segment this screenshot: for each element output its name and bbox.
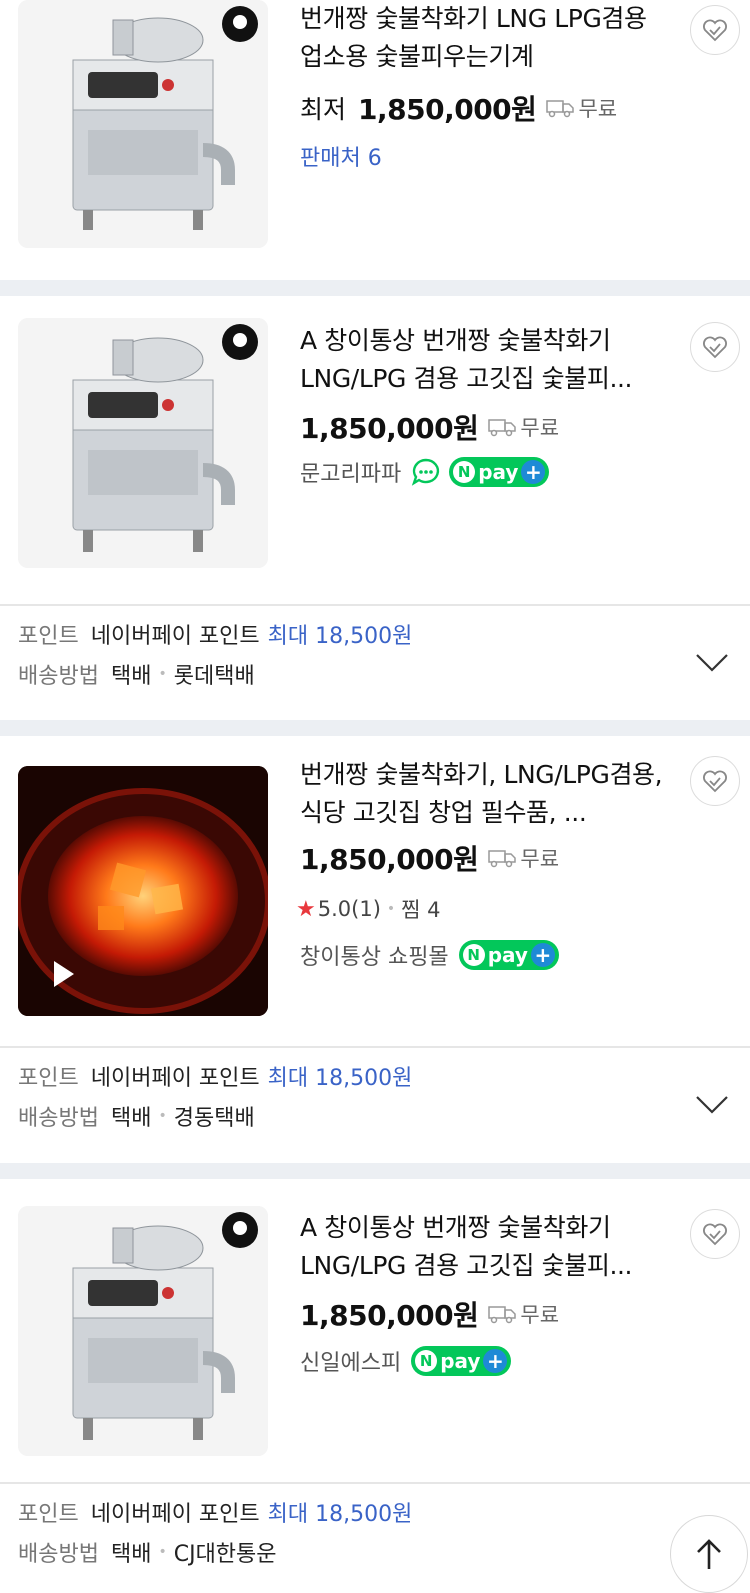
point-label: 포인트: [18, 1066, 79, 1091]
scroll-to-top-button[interactable]: [670, 1515, 748, 1593]
delivery-label: 배송방법: [18, 664, 99, 689]
wishlist-button[interactable]: [690, 322, 740, 372]
section-divider: [0, 280, 750, 296]
price-row: 최저 1,850,000원 무료: [300, 88, 617, 128]
review-count: (1): [351, 897, 381, 921]
divider: [0, 1482, 750, 1484]
point-max: 최대 18,500원: [267, 1502, 413, 1527]
product-title[interactable]: A 창이통상 번개짱 숯불착화기 LNG/LPG 겸용 고깃집 숯불피...: [300, 1209, 675, 1285]
delivery-label: 배송방법: [18, 1542, 99, 1567]
product-image[interactable]: [18, 0, 268, 248]
seller-row: 문고리파파 Npay +: [300, 456, 550, 488]
charcoal-lighter-image: [18, 318, 268, 568]
courier: 롯데택배: [173, 664, 255, 689]
divider: [0, 1046, 750, 1048]
product-title[interactable]: 번개짱 숯불착화기 LNG LPG겸용 업소용 숯불피우는기계: [300, 0, 675, 76]
point-value: 네이버페이 포인트: [90, 1502, 260, 1527]
seller-row: 신일에스피 Npay +: [300, 1345, 512, 1377]
delivery-label: 배송방법: [18, 1106, 99, 1131]
truck-icon: [546, 98, 575, 118]
price-prefix: 최저: [300, 95, 347, 124]
point-label: 포인트: [18, 1502, 79, 1527]
heart-check-icon: [703, 1223, 727, 1246]
rating-row: ★ 5.0 (1) • 찜 4: [296, 894, 441, 924]
point-row: 포인트 네이버페이 포인트 최대 18,500원: [18, 1492, 718, 1532]
product-video-thumbnail[interactable]: [18, 766, 268, 1016]
product-price: 1,850,000원: [300, 843, 479, 876]
product-title[interactable]: 번개짱 숯불착화기, LNG/LPG겸용, 식당 고깃집 창업 필수품, ...: [300, 756, 675, 832]
courier: CJ대한통운: [173, 1542, 277, 1567]
section-divider: [0, 720, 750, 736]
seller-row: 창이통상 쇼핑몰 Npay +: [300, 939, 559, 971]
truck-icon: [488, 848, 517, 868]
product-image[interactable]: [18, 318, 268, 568]
product-card[interactable]: 번개짱 숯불착화기, LNG/LPG겸용, 식당 고깃집 창업 필수품, ...…: [0, 736, 750, 1036]
delivery-method: 택배: [110, 1542, 152, 1567]
zzim-count: 찜 4: [401, 898, 441, 922]
burning-charcoal-image: [18, 766, 268, 1016]
chat-icon[interactable]: [411, 457, 441, 487]
price-row: 1,850,000원 무료: [300, 1294, 559, 1334]
price-row: 1,850,000원 무료: [300, 407, 559, 447]
purchase-info: 포인트 네이버페이 포인트 최대 18,500원 배송방법 택배 • CJ대한통…: [18, 1492, 718, 1572]
heart-check-icon: [703, 336, 727, 359]
point-max: 최대 18,500원: [267, 624, 413, 649]
rating-score: 5.0: [317, 897, 352, 921]
courier: 경동택배: [173, 1106, 255, 1131]
npay-icon: Npay +: [458, 940, 559, 970]
product-price: 1,850,000원: [300, 1299, 479, 1332]
product-card[interactable]: A 창이통상 번개짱 숯불착화기 LNG/LPG 겸용 고깃집 숯불피... 1…: [0, 1179, 750, 1479]
npay-label: pay: [440, 1349, 481, 1373]
wishlist-button[interactable]: [690, 1209, 740, 1259]
product-image[interactable]: [18, 1206, 268, 1456]
seller-name[interactable]: 창이통상 쇼핑몰: [300, 939, 449, 971]
charcoal-lighter-image: [18, 0, 268, 248]
delivery-row: 배송방법 택배 • 경동택배: [18, 1096, 718, 1136]
shipping-fee: 무료: [520, 1303, 560, 1327]
delivery-row: 배송방법 택배 • CJ대한통운: [18, 1532, 718, 1572]
chevron-down-icon[interactable]: [695, 652, 729, 674]
npay-label: pay: [478, 460, 519, 484]
divider: [0, 604, 750, 606]
shipping-fee: 무료: [520, 416, 560, 440]
section-divider: [0, 1163, 750, 1179]
wishlist-button[interactable]: [690, 5, 740, 55]
product-title[interactable]: A 창이통상 번개짱 숯불착화기 LNG/LPG 겸용 고깃집 숯불피...: [300, 322, 675, 398]
truck-icon: [488, 417, 517, 437]
seller-name[interactable]: 문고리파파: [300, 456, 401, 488]
point-row: 포인트 네이버페이 포인트 최대 18,500원: [18, 614, 718, 654]
delivery-method: 택배: [110, 664, 152, 689]
delivery-method: 택배: [110, 1106, 152, 1131]
heart-check-icon: [703, 19, 727, 42]
purchase-info: 포인트 네이버페이 포인트 최대 18,500원 배송방법 택배 • 경동택배: [18, 1056, 718, 1136]
point-label: 포인트: [18, 624, 79, 649]
heart-check-icon: [703, 770, 727, 793]
shipping-fee: 무료: [578, 97, 618, 121]
point-value: 네이버페이 포인트: [90, 1066, 260, 1091]
product-price: 1,850,000원: [358, 93, 537, 126]
star-icon: ★: [296, 896, 316, 922]
price-row: 1,850,000원 무료: [300, 838, 559, 878]
truck-icon: [488, 1304, 517, 1324]
point-max: 최대 18,500원: [267, 1066, 413, 1091]
charcoal-lighter-image: [18, 1206, 268, 1456]
point-value: 네이버페이 포인트: [90, 624, 260, 649]
npay-icon: Npay +: [411, 1346, 512, 1376]
seller-name[interactable]: 신일에스피: [300, 1345, 401, 1377]
wishlist-button[interactable]: [690, 756, 740, 806]
delivery-row: 배송방법 택배 • 롯데택배: [18, 654, 718, 694]
npay-label: pay: [487, 943, 528, 967]
point-row: 포인트 네이버페이 포인트 최대 18,500원: [18, 1056, 718, 1096]
seller-count-link[interactable]: 판매처 6: [300, 140, 382, 172]
arrow-up-icon: [697, 1539, 721, 1569]
product-card[interactable]: 번개짱 숯불착화기 LNG LPG겸용 업소용 숯불피우는기계 최저 1,850…: [0, 0, 750, 280]
shipping-fee: 무료: [520, 847, 560, 871]
product-price: 1,850,000원: [300, 412, 479, 445]
purchase-info: 포인트 네이버페이 포인트 최대 18,500원 배송방법 택배 • 롯데택배: [18, 614, 718, 694]
chevron-down-icon[interactable]: [695, 1094, 729, 1116]
product-card[interactable]: A 창이통상 번개짱 숯불착화기 LNG/LPG 겸용 고깃집 숯불피... 1…: [0, 296, 750, 596]
npay-icon: Npay +: [449, 457, 550, 487]
